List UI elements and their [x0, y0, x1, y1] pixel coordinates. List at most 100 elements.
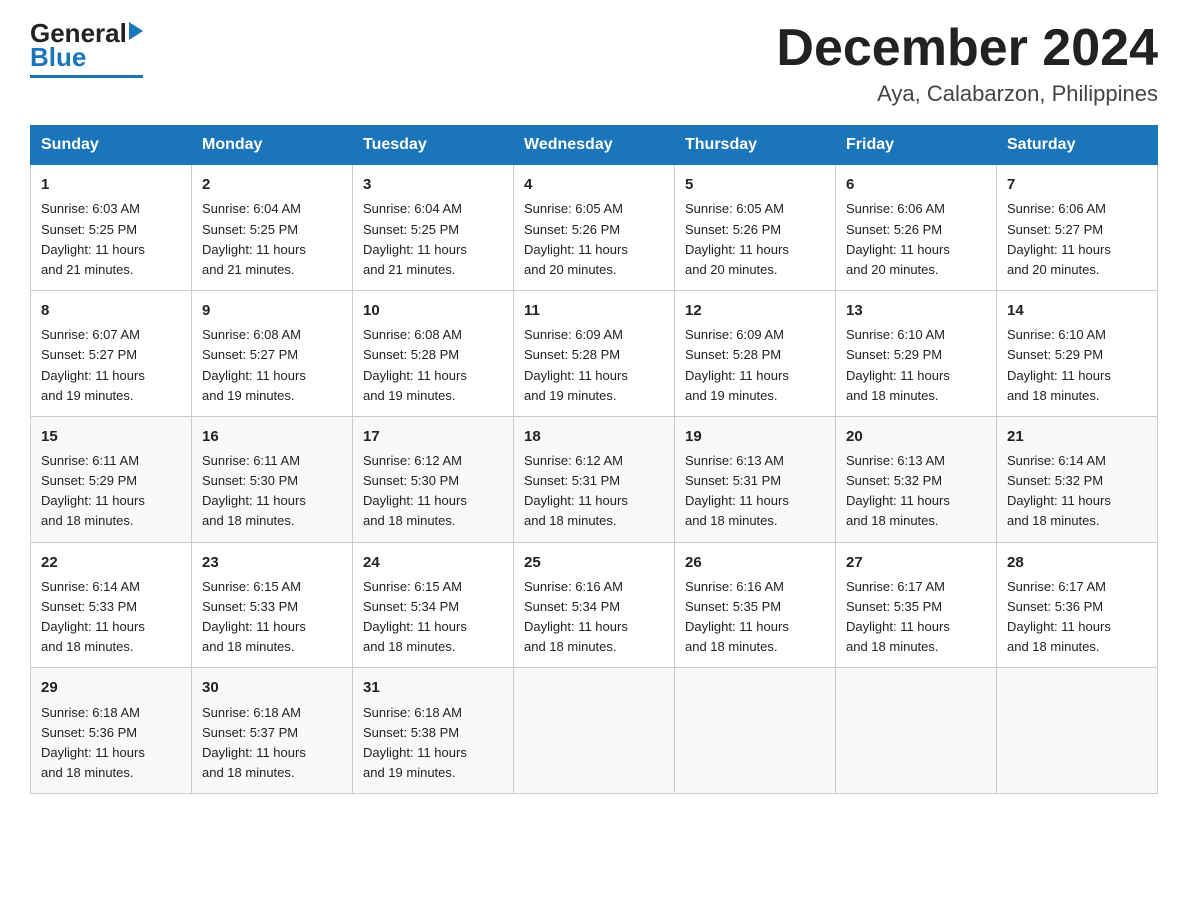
- column-header-thursday: Thursday: [675, 126, 836, 165]
- day-number: 4: [524, 173, 664, 196]
- day-info: Sunrise: 6:04 AMSunset: 5:25 PMDaylight:…: [363, 199, 503, 280]
- day-number: 2: [202, 173, 342, 196]
- calendar-cell: 29Sunrise: 6:18 AMSunset: 5:36 PMDayligh…: [31, 668, 192, 794]
- calendar-cell: 19Sunrise: 6:13 AMSunset: 5:31 PMDayligh…: [675, 416, 836, 542]
- day-number: 8: [41, 299, 181, 322]
- calendar-week-row: 15 Sunrise: 6:11 AMSunset: 5:29 PMDayligh…: [31, 416, 1158, 542]
- day-number: 5: [685, 173, 825, 196]
- calendar-cell: 12 Sunrise: 6:09 AMSunset: 5:28 PMDayligh…: [675, 291, 836, 417]
- calendar-cell: 3 Sunrise: 6:04 AMSunset: 5:25 PMDaylight…: [353, 165, 514, 291]
- logo-triangle-icon: [129, 22, 143, 40]
- day-info: Sunrise: 6:06 AMSunset: 5:26 PMDaylight:…: [846, 199, 986, 280]
- calendar-cell: 8 Sunrise: 6:07 AMSunset: 5:27 PMDaylight…: [31, 291, 192, 417]
- day-number: 1: [41, 173, 181, 196]
- day-info: Sunrise: 6:05 AMSunset: 5:26 PMDaylight:…: [524, 199, 664, 280]
- calendar-table: SundayMondayTuesdayWednesdayThursdayFrid…: [30, 125, 1158, 794]
- column-header-tuesday: Tuesday: [353, 126, 514, 165]
- day-info: Sunrise: 6:04 AMSunset: 5:25 PMDaylight:…: [202, 199, 342, 280]
- day-info: Sunrise: 6:03 AMSunset: 5:25 PMDaylight:…: [41, 199, 181, 280]
- column-header-sunday: Sunday: [31, 126, 192, 165]
- day-number: 3: [363, 173, 503, 196]
- day-info: Sunrise: 6:18 AMSunset: 5:37 PMDaylight:…: [202, 703, 342, 784]
- day-info: Sunrise: 6:16 AMSunset: 5:35 PMDaylight:…: [685, 577, 825, 658]
- title-area: December 2024 Aya, Calabarzon, Philippin…: [776, 20, 1158, 107]
- day-number: 11: [524, 299, 664, 322]
- day-number: 20: [846, 425, 986, 448]
- day-number: 15: [41, 425, 181, 448]
- day-number: 25: [524, 551, 664, 574]
- calendar-cell: 31 Sunrise: 6:18 AMSunset: 5:38 PMDayligh…: [353, 668, 514, 794]
- location-title: Aya, Calabarzon, Philippines: [776, 81, 1158, 107]
- day-info: Sunrise: 6:12 AMSunset: 5:31 PMDaylight:…: [524, 451, 664, 532]
- day-number: 14: [1007, 299, 1147, 322]
- page-header: General Blue December 2024 Aya, Calabarz…: [30, 20, 1158, 107]
- calendar-cell: 23 Sunrise: 6:15 AMSunset: 5:33 PMDayligh…: [192, 542, 353, 668]
- day-number: 28: [1007, 551, 1147, 574]
- day-number: 26: [685, 551, 825, 574]
- calendar-cell: 22 Sunrise: 6:14 AMSunset: 5:33 PMDayligh…: [31, 542, 192, 668]
- calendar-cell: [836, 668, 997, 794]
- calendar-cell: 16 Sunrise: 6:11 AMSunset: 5:30 PMDayligh…: [192, 416, 353, 542]
- calendar-body: 1 Sunrise: 6:03 AMSunset: 5:25 PMDaylight…: [31, 165, 1158, 794]
- day-number: 12: [685, 299, 825, 322]
- calendar-week-row: 8 Sunrise: 6:07 AMSunset: 5:27 PMDaylight…: [31, 291, 1158, 417]
- day-number: 13: [846, 299, 986, 322]
- day-info: Sunrise: 6:05 AMSunset: 5:26 PMDaylight:…: [685, 199, 825, 280]
- day-info: Sunrise: 6:06 AMSunset: 5:27 PMDaylight:…: [1007, 199, 1147, 280]
- day-number: 9: [202, 299, 342, 322]
- day-info: Sunrise: 6:08 AMSunset: 5:28 PMDaylight:…: [363, 325, 503, 406]
- day-info: Sunrise: 6:13 AMSunset: 5:32 PMDaylight:…: [846, 451, 986, 532]
- calendar-cell: 21Sunrise: 6:14 AMSunset: 5:32 PMDayligh…: [997, 416, 1158, 542]
- day-number: 31: [363, 676, 503, 699]
- day-number: 18: [524, 425, 664, 448]
- calendar-header-row: SundayMondayTuesdayWednesdayThursdayFrid…: [31, 126, 1158, 165]
- day-info: Sunrise: 6:11 AMSunset: 5:30 PMDaylight:…: [202, 451, 342, 532]
- calendar-cell: 30 Sunrise: 6:18 AMSunset: 5:37 PMDayligh…: [192, 668, 353, 794]
- day-info: Sunrise: 6:09 AMSunset: 5:28 PMDaylight:…: [524, 325, 664, 406]
- calendar-week-row: 29Sunrise: 6:18 AMSunset: 5:36 PMDayligh…: [31, 668, 1158, 794]
- day-number: 16: [202, 425, 342, 448]
- calendar-cell: 11 Sunrise: 6:09 AMSunset: 5:28 PMDayligh…: [514, 291, 675, 417]
- calendar-cell: [675, 668, 836, 794]
- calendar-cell: 1 Sunrise: 6:03 AMSunset: 5:25 PMDaylight…: [31, 165, 192, 291]
- day-number: 30: [202, 676, 342, 699]
- day-number: 23: [202, 551, 342, 574]
- column-header-friday: Friday: [836, 126, 997, 165]
- day-number: 27: [846, 551, 986, 574]
- column-header-monday: Monday: [192, 126, 353, 165]
- day-info: Sunrise: 6:18 AMSunset: 5:38 PMDaylight:…: [363, 703, 503, 784]
- day-info: Sunrise: 6:17 AMSunset: 5:36 PMDaylight:…: [1007, 577, 1147, 658]
- calendar-cell: 26 Sunrise: 6:16 AMSunset: 5:35 PMDayligh…: [675, 542, 836, 668]
- month-title: December 2024: [776, 20, 1158, 77]
- calendar-week-row: 22 Sunrise: 6:14 AMSunset: 5:33 PMDayligh…: [31, 542, 1158, 668]
- day-info: Sunrise: 6:09 AMSunset: 5:28 PMDaylight:…: [685, 325, 825, 406]
- day-info: Sunrise: 6:15 AMSunset: 5:33 PMDaylight:…: [202, 577, 342, 658]
- day-info: Sunrise: 6:07 AMSunset: 5:27 PMDaylight:…: [41, 325, 181, 406]
- calendar-cell: 25Sunrise: 6:16 AMSunset: 5:34 PMDayligh…: [514, 542, 675, 668]
- calendar-cell: 2 Sunrise: 6:04 AMSunset: 5:25 PMDaylight…: [192, 165, 353, 291]
- calendar-cell: 4 Sunrise: 6:05 AMSunset: 5:26 PMDaylight…: [514, 165, 675, 291]
- logo: General Blue: [30, 20, 143, 78]
- day-number: 29: [41, 676, 181, 699]
- day-number: 7: [1007, 173, 1147, 196]
- column-header-saturday: Saturday: [997, 126, 1158, 165]
- calendar-week-row: 1 Sunrise: 6:03 AMSunset: 5:25 PMDaylight…: [31, 165, 1158, 291]
- calendar-cell: 9Sunrise: 6:08 AMSunset: 5:27 PMDaylight…: [192, 291, 353, 417]
- calendar-cell: 15 Sunrise: 6:11 AMSunset: 5:29 PMDayligh…: [31, 416, 192, 542]
- column-header-wednesday: Wednesday: [514, 126, 675, 165]
- logo-underline: [30, 75, 143, 78]
- day-info: Sunrise: 6:14 AMSunset: 5:33 PMDaylight:…: [41, 577, 181, 658]
- day-info: Sunrise: 6:15 AMSunset: 5:34 PMDaylight:…: [363, 577, 503, 658]
- day-number: 24: [363, 551, 503, 574]
- calendar-cell: 13 Sunrise: 6:10 AMSunset: 5:29 PMDayligh…: [836, 291, 997, 417]
- calendar-cell: 24 Sunrise: 6:15 AMSunset: 5:34 PMDayligh…: [353, 542, 514, 668]
- calendar-cell: [514, 668, 675, 794]
- calendar-cell: 28 Sunrise: 6:17 AMSunset: 5:36 PMDayligh…: [997, 542, 1158, 668]
- day-info: Sunrise: 6:13 AMSunset: 5:31 PMDaylight:…: [685, 451, 825, 532]
- day-number: 21: [1007, 425, 1147, 448]
- calendar-cell: 18 Sunrise: 6:12 AMSunset: 5:31 PMDayligh…: [514, 416, 675, 542]
- day-info: Sunrise: 6:11 AMSunset: 5:29 PMDaylight:…: [41, 451, 181, 532]
- day-number: 22: [41, 551, 181, 574]
- day-info: Sunrise: 6:10 AMSunset: 5:29 PMDaylight:…: [846, 325, 986, 406]
- calendar-cell: 17Sunrise: 6:12 AMSunset: 5:30 PMDayligh…: [353, 416, 514, 542]
